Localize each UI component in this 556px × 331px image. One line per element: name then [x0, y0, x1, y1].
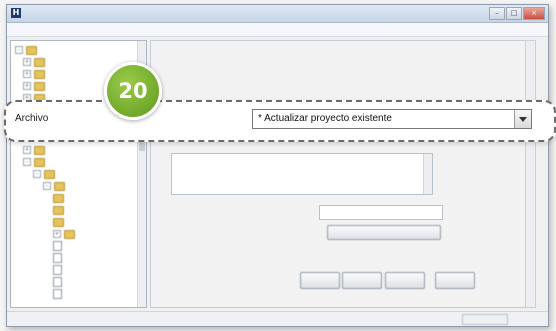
tree-item[interactable] — [53, 253, 62, 263]
tree-item[interactable] — [53, 193, 64, 203]
file-field-label: Archivo — [15, 113, 49, 124]
document-icon — [53, 241, 62, 251]
folder-icon — [26, 45, 37, 55]
app-icon: H — [11, 8, 21, 18]
folder-icon — [54, 181, 65, 191]
tree-item[interactable]: – — [43, 181, 65, 191]
document-icon — [53, 289, 62, 299]
minimize-button[interactable]: – — [489, 7, 505, 20]
expand-icon[interactable]: + — [23, 58, 31, 66]
document-icon — [53, 253, 62, 263]
field-input[interactable] — [319, 205, 443, 220]
back-button[interactable] — [342, 272, 382, 289]
expand-icon[interactable]: + — [23, 146, 31, 154]
tree-item[interactable] — [53, 277, 62, 287]
expand-icon[interactable]: + — [23, 70, 31, 78]
file-action-selected-value: * Actualizar proyecto existente — [258, 113, 392, 124]
tree-item[interactable]: + — [23, 69, 45, 79]
browse-button[interactable] — [327, 225, 441, 240]
tree-item[interactable] — [53, 205, 64, 215]
step-number-badge: 20 — [104, 62, 162, 120]
close-button[interactable]: × — [523, 7, 545, 20]
chevron-down-icon[interactable] — [514, 110, 531, 128]
folder-icon — [53, 217, 64, 227]
tree-item[interactable]: + — [23, 145, 45, 155]
tree-item[interactable]: + — [23, 57, 45, 67]
collapse-icon[interactable]: – — [23, 158, 31, 166]
folder-icon — [34, 145, 45, 155]
document-icon — [53, 265, 62, 275]
tree-item[interactable] — [53, 241, 62, 251]
tree-item[interactable]: + — [23, 81, 45, 91]
status-bar — [7, 311, 548, 326]
tree-item[interactable]: – — [23, 157, 45, 167]
panel-scrollbar[interactable] — [525, 40, 536, 308]
tree-item[interactable] — [53, 265, 62, 275]
next-button[interactable] — [385, 272, 425, 289]
cancel-button[interactable] — [435, 272, 475, 289]
tree-item[interactable] — [53, 289, 62, 299]
expand-icon[interactable]: + — [53, 230, 61, 238]
expand-icon[interactable]: + — [23, 82, 31, 90]
description-textarea[interactable] — [171, 153, 433, 195]
menu-bar — [7, 23, 548, 37]
document-icon — [53, 277, 62, 287]
folder-icon — [64, 229, 75, 239]
folder-icon — [34, 57, 45, 67]
tree-item[interactable] — [53, 217, 64, 227]
application-window: H – □ × – + + + + + – – – + — [6, 4, 549, 327]
maximize-button[interactable]: □ — [506, 7, 522, 20]
folder-icon — [53, 193, 64, 203]
collapse-icon[interactable]: – — [33, 170, 41, 178]
folder-icon — [53, 205, 64, 215]
tree-item[interactable]: + — [53, 229, 75, 239]
collapse-icon[interactable]: – — [43, 182, 51, 190]
collapse-icon[interactable]: – — [15, 46, 23, 54]
title-bar: H – □ × — [7, 5, 548, 23]
folder-icon — [44, 169, 55, 179]
status-indicator — [462, 314, 508, 325]
help-button[interactable] — [300, 272, 340, 289]
file-action-select[interactable]: * Actualizar proyecto existente — [252, 109, 532, 129]
tree-item[interactable]: – — [33, 169, 55, 179]
window-controls: – □ × — [489, 7, 545, 20]
folder-icon — [34, 157, 45, 167]
zoom-callout: Archivo * Actualizar proyecto existente — [4, 100, 556, 142]
tree-item[interactable]: – — [15, 45, 37, 55]
textarea-scrollbar[interactable] — [423, 154, 432, 194]
folder-icon — [34, 69, 45, 79]
folder-icon — [34, 81, 45, 91]
